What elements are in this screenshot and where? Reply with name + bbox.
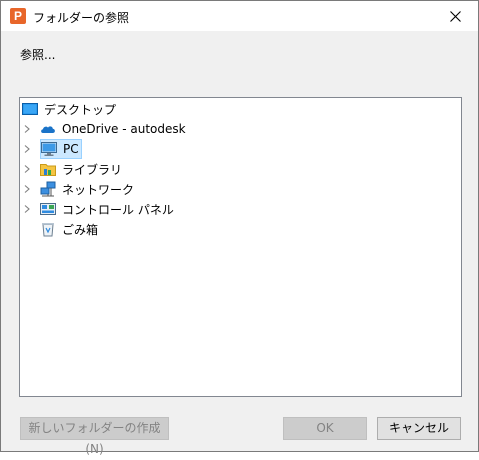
desktop-icon bbox=[22, 103, 38, 115]
tree-item-label: ライブラリ bbox=[62, 162, 123, 177]
new-folder-button[interactable]: 新しいフォルダーの作成(N) bbox=[20, 417, 169, 456]
tree-item-control-panel[interactable]: コントロール パネル bbox=[24, 199, 174, 219]
browse-prompt: 参照... bbox=[20, 48, 56, 62]
tree-item-library[interactable]: ライブラリ bbox=[24, 159, 123, 179]
tree-item-desktop[interactable]: デスクトップ bbox=[22, 99, 116, 119]
tree-item-label: コントロール パネル bbox=[62, 202, 174, 217]
close-icon bbox=[449, 10, 461, 22]
tree-item-label: ごみ箱 bbox=[62, 222, 99, 237]
control-panel-icon bbox=[40, 203, 56, 215]
library-icon bbox=[40, 164, 56, 176]
folder-tree[interactable]: デスクトップ OneDrive - autodesk PC ライブラリ ネットワ… bbox=[19, 97, 462, 397]
onedrive-cloud-icon bbox=[41, 126, 55, 133]
chevron-right-icon[interactable] bbox=[23, 205, 31, 213]
tree-item-recycle-bin[interactable]: ごみ箱 bbox=[40, 219, 98, 239]
recycle-bin-icon bbox=[42, 223, 54, 237]
dialog-title: フォルダーの参照 bbox=[33, 11, 130, 25]
network-icon bbox=[40, 181, 56, 197]
tree-item-label: OneDrive - autodesk bbox=[62, 122, 186, 136]
cancel-button[interactable]: キャンセル bbox=[377, 417, 461, 440]
tree-item-pc[interactable]: PC bbox=[24, 139, 82, 159]
chevron-right-icon[interactable] bbox=[23, 165, 31, 173]
chevron-right-icon[interactable] bbox=[23, 145, 31, 153]
chevron-right-icon[interactable] bbox=[23, 125, 31, 133]
tree-item-label: デスクトップ bbox=[44, 102, 117, 117]
title-bar: P フォルダーの参照 bbox=[1, 1, 478, 31]
app-icon: P bbox=[10, 8, 26, 24]
ok-button[interactable]: OK bbox=[283, 417, 367, 440]
tree-item-label: ネットワーク bbox=[62, 182, 135, 197]
tree-item-network[interactable]: ネットワーク bbox=[24, 179, 135, 199]
close-button[interactable] bbox=[432, 1, 478, 31]
chevron-right-icon[interactable] bbox=[23, 185, 31, 193]
tree-item-onedrive[interactable]: OneDrive - autodesk bbox=[24, 119, 186, 139]
tree-item-label: PC bbox=[63, 142, 79, 156]
folder-browse-dialog: P フォルダーの参照 参照... デスクトップ OneDrive - autod… bbox=[0, 0, 479, 456]
pc-monitor-icon bbox=[41, 142, 57, 156]
